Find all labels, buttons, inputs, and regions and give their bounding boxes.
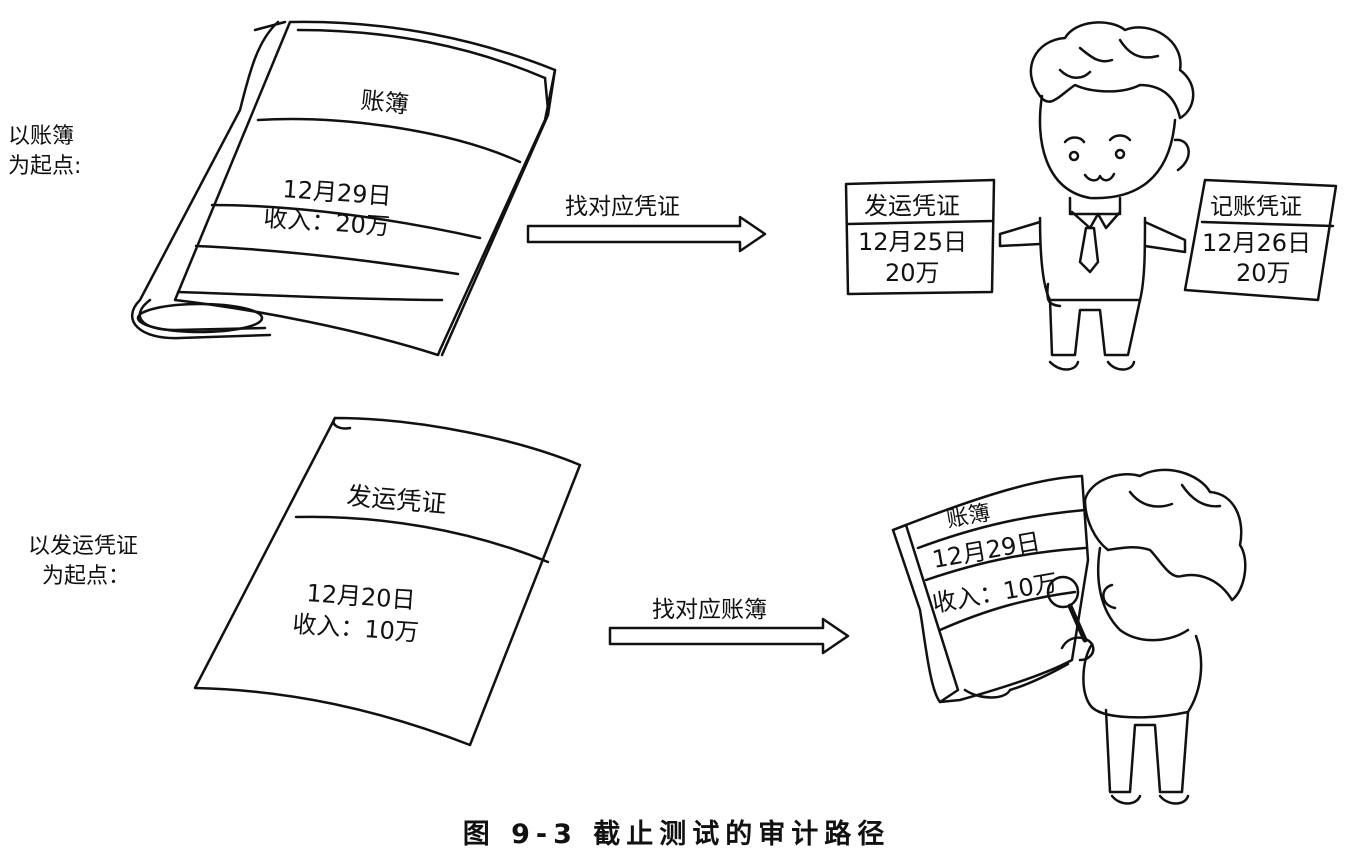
accounting-voucher-title: 记账凭证	[1210, 194, 1302, 220]
ledger-date: 12月29日	[282, 175, 393, 211]
shipping-voucher-date: 12月25日	[858, 228, 967, 256]
voucher-sheet-title: 发运凭证	[345, 481, 447, 519]
ledger-title: 账簿	[359, 86, 410, 119]
ledger-amount: 收入：20万	[263, 204, 391, 241]
shipping-voucher-title: 发运凭证	[864, 192, 960, 220]
accounting-voucher-date: 12月26日	[1202, 229, 1311, 257]
shipping-voucher-amount: 20万	[885, 259, 940, 287]
arrow-label-row1: 找对应凭证	[565, 194, 680, 220]
boy-with-magnifier	[1046, 468, 1247, 805]
arrow-label-row2: 找对应账簿	[652, 597, 767, 623]
accounting-voucher-amount: 20万	[1236, 259, 1291, 287]
voucher-sheet-row2	[193, 416, 582, 747]
arrow-row2	[608, 617, 850, 655]
held-ledger-date: 12月29日	[930, 527, 1042, 574]
boy-holding-vouchers	[998, 21, 1195, 371]
arrow-row1	[526, 215, 767, 253]
held-ledger-title: 账簿	[945, 501, 993, 533]
voucher-sheet-date: 12月20日	[306, 579, 417, 615]
audit-path-diagram: 账簿 12月29日 收入：20万 找对应凭证 发运凭证 12月25日 20万 记…	[131, 20, 1338, 805]
figure-caption: 图 9-3 截止测试的审计路径	[462, 819, 891, 850]
voucher-sheet-amount: 收入：10万	[292, 610, 420, 647]
